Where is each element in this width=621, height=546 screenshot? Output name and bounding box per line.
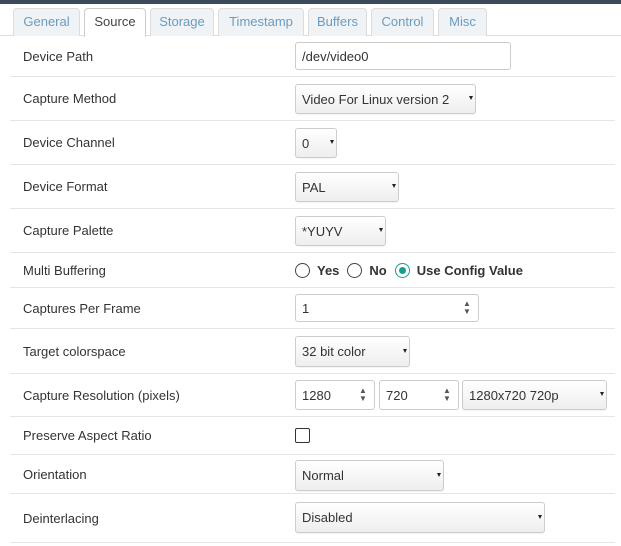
orientation-select[interactable]: Normal xyxy=(295,460,444,491)
multi-buffering-label: Multi Buffering xyxy=(23,262,106,278)
tab-timestamp[interactable]: Timestamp xyxy=(218,8,304,36)
multi-buffering-no-option[interactable]: No xyxy=(347,262,387,278)
deinterlacing-value: Disabled xyxy=(302,510,353,525)
row-device-format: Device Format PAL xyxy=(10,165,615,209)
radio-yes-label: Yes xyxy=(317,262,340,278)
target-colorspace-label: Target colorspace xyxy=(23,343,126,359)
device-format-select[interactable]: PAL xyxy=(295,172,399,202)
row-multi-buffering: Multi Buffering Yes No Use Config Value xyxy=(10,253,615,288)
row-device-path: Device Path /dev/video0 xyxy=(10,36,615,77)
capture-method-select[interactable]: Video For Linux version 2 xyxy=(295,84,476,114)
deinterlacing-select[interactable]: Disabled xyxy=(295,502,545,533)
target-colorspace-value: 32 bit color xyxy=(302,344,366,359)
row-capture-palette: Capture Palette *YUYV xyxy=(10,209,615,253)
tab-general[interactable]: General xyxy=(13,8,80,36)
row-capture-resolution: Capture Resolution (pixels) 1280 ▲ ▼ 720 … xyxy=(10,374,615,417)
radio-no-label: No xyxy=(369,262,387,278)
chevron-down-icon[interactable]: ▼ xyxy=(462,308,472,316)
multi-buffering-yes-option[interactable]: Yes xyxy=(295,262,340,278)
radio-yes[interactable] xyxy=(295,262,310,278)
radio-use-config-value[interactable] xyxy=(394,262,410,278)
chevron-down-icon xyxy=(403,348,407,353)
captures-per-frame-label: Captures Per Frame xyxy=(23,300,141,316)
stepper-arrows[interactable]: ▲ ▼ xyxy=(442,387,452,403)
capture-palette-label: Capture Palette xyxy=(23,223,114,238)
chevron-down-icon xyxy=(379,228,383,232)
capture-resolution-label: Capture Resolution (pixels) xyxy=(23,387,180,403)
chevron-down-icon xyxy=(538,514,542,519)
tab-buffers[interactable]: Buffers xyxy=(308,8,367,36)
chevron-down-icon xyxy=(330,140,334,144)
deinterlacing-label: Deinterlacing xyxy=(23,510,99,526)
source-settings-form: Device Path /dev/video0 Capture Method V… xyxy=(10,36,615,543)
row-target-colorspace: Target colorspace 32 bit color xyxy=(10,329,615,374)
device-channel-select[interactable]: 0 xyxy=(295,128,337,158)
row-captures-per-frame: Captures Per Frame 1 ▲ ▼ xyxy=(10,288,615,329)
device-channel-label: Device Channel xyxy=(23,135,115,150)
chevron-down-icon xyxy=(469,96,473,100)
row-capture-method: Capture Method Video For Linux version 2 xyxy=(10,77,615,121)
device-channel-value: 0 xyxy=(302,135,310,151)
multi-buffering-config-option[interactable]: Use Config Value xyxy=(394,262,523,278)
chevron-down-icon xyxy=(600,392,604,396)
row-preserve-aspect-ratio: Preserve Aspect Ratio xyxy=(10,417,615,455)
preserve-aspect-ratio-label: Preserve Aspect Ratio xyxy=(23,428,152,443)
chevron-down-icon[interactable]: ▼ xyxy=(442,395,452,403)
tab-source[interactable]: Source xyxy=(84,8,146,37)
orientation-value: Normal xyxy=(302,468,344,483)
orientation-label: Orientation xyxy=(23,466,87,482)
device-path-input[interactable]: /dev/video0 xyxy=(295,42,511,70)
radio-use-config-value-label: Use Config Value xyxy=(416,262,523,278)
tab-storage[interactable]: Storage xyxy=(150,8,214,36)
resolution-preset-select[interactable]: 1280x720 720p xyxy=(462,380,607,410)
stepper-arrows[interactable]: ▲ ▼ xyxy=(462,300,472,316)
captures-per-frame-input[interactable]: 1 ▲ ▼ xyxy=(295,294,479,322)
capture-method-value: Video For Linux version 2 xyxy=(302,91,450,107)
stepper-arrows[interactable]: ▲ ▼ xyxy=(358,387,368,403)
resolution-width-input[interactable]: 1280 ▲ ▼ xyxy=(295,380,375,410)
chevron-down-icon xyxy=(392,184,396,188)
row-orientation: Orientation Normal xyxy=(10,455,615,494)
row-device-channel: Device Channel 0 xyxy=(10,121,615,165)
preserve-aspect-ratio-checkbox[interactable] xyxy=(295,428,310,443)
resolution-height-value: 720 xyxy=(386,387,408,403)
device-path-label: Device Path xyxy=(23,48,94,64)
tab-bar: General Source Storage Timestamp Buffers… xyxy=(0,4,621,37)
capture-palette-value: *YUYV xyxy=(302,223,343,239)
tab-control[interactable]: Control xyxy=(371,8,434,36)
multi-buffering-radio-group: Yes No Use Config Value xyxy=(295,253,531,287)
chevron-down-icon[interactable]: ▼ xyxy=(358,395,368,403)
device-format-label: Device Format xyxy=(23,179,108,194)
capture-method-label: Capture Method xyxy=(23,91,117,106)
target-colorspace-select[interactable]: 32 bit color xyxy=(295,336,410,367)
device-format-value: PAL xyxy=(302,179,326,195)
chevron-down-icon xyxy=(437,472,441,477)
radio-no[interactable] xyxy=(347,262,363,278)
resolution-height-input[interactable]: 720 ▲ ▼ xyxy=(379,380,459,410)
row-deinterlacing: Deinterlacing Disabled xyxy=(10,494,615,543)
capture-palette-select[interactable]: *YUYV xyxy=(295,216,386,246)
resolution-preset-value: 1280x720 720p xyxy=(469,387,559,403)
resolution-width-value: 1280 xyxy=(302,387,331,403)
captures-per-frame-value: 1 xyxy=(302,300,310,316)
tab-misc[interactable]: Misc xyxy=(438,8,487,36)
